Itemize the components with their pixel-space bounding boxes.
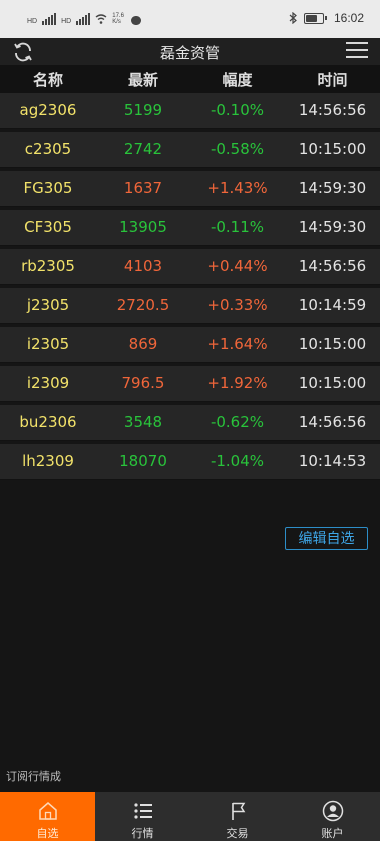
- change-percent: +1.92%: [207, 374, 268, 392]
- status-right: 16:02: [289, 11, 364, 25]
- quote-time: 10:14:53: [298, 452, 367, 470]
- latest-price: 18070: [119, 452, 167, 470]
- battery-icon: [303, 12, 327, 24]
- menu-icon[interactable]: [346, 42, 368, 61]
- net-speed: 17.6 K/s: [112, 13, 124, 25]
- column-header-row: 名称 最新 幅度 时间: [0, 65, 380, 93]
- contract-code: rb2305: [21, 257, 75, 275]
- nav-label: 交易: [226, 827, 249, 840]
- latest-price: 5199: [123, 101, 163, 119]
- change-percent: -0.10%: [210, 101, 265, 119]
- latest-price: 1637: [123, 179, 163, 197]
- nav-item-trade[interactable]: 交易: [190, 792, 285, 841]
- nav-label: 自选: [36, 827, 59, 840]
- latest-price: 2742: [123, 140, 163, 158]
- contract-code: CF305: [24, 218, 72, 236]
- column-header-name: 名称: [32, 71, 63, 89]
- watchlist-table: ag2306 5199 -0.10% 14:56:56 c2305 2742 -…: [0, 93, 380, 483]
- quote-time: 14:56:56: [298, 257, 367, 275]
- signal-icon: [42, 13, 57, 25]
- edit-watchlist-button[interactable]: 编辑自选: [285, 527, 368, 550]
- change-percent: -0.58%: [210, 140, 265, 158]
- latest-price: 796.5: [121, 374, 165, 392]
- clock: 16:02: [333, 11, 364, 25]
- latest-price: 13905: [119, 218, 167, 236]
- bottom-nav: 自选 行情 交易 账户: [0, 792, 380, 841]
- subscription-status: 订阅行情成: [6, 770, 61, 783]
- change-percent: +1.64%: [207, 335, 268, 353]
- contract-code: i2309: [26, 374, 70, 392]
- contract-code: j2305: [26, 296, 70, 314]
- quote-time: 14:59:30: [298, 218, 367, 236]
- table-row[interactable]: bu2306 3548 -0.62% 14:56:56: [0, 405, 380, 441]
- column-header-change: 幅度: [222, 71, 253, 89]
- contract-code: ag2306: [19, 101, 77, 119]
- contract-code: bu2306: [19, 413, 77, 431]
- table-row[interactable]: FG305 1637 +1.43% 14:59:30: [0, 171, 380, 207]
- account-icon: [322, 800, 343, 822]
- contract-code: i2305: [26, 335, 70, 353]
- latest-price: 2720.5: [116, 296, 170, 314]
- change-percent: +0.33%: [207, 296, 268, 314]
- sim1-tag: HD: [27, 18, 38, 25]
- change-percent: -0.62%: [210, 413, 265, 431]
- status-bar: HD HD 17.6 K/s 16:02: [0, 0, 380, 38]
- contract-code: lh2309: [22, 452, 74, 470]
- app-header: 磊金资管: [0, 38, 380, 65]
- table-row[interactable]: i2305 869 +1.64% 10:15:00: [0, 327, 380, 363]
- nav-item-market[interactable]: 行情: [95, 792, 190, 841]
- table-row[interactable]: ag2306 5199 -0.10% 14:56:56: [0, 93, 380, 129]
- quote-time: 10:15:00: [298, 374, 367, 392]
- quote-time: 10:15:00: [298, 140, 367, 158]
- table-row[interactable]: rb2305 4103 +0.44% 14:56:56: [0, 249, 380, 285]
- nav-label: 账户: [321, 827, 344, 840]
- wifi-icon: [95, 14, 107, 24]
- change-percent: -0.11%: [210, 218, 265, 236]
- contract-code: FG305: [23, 179, 73, 197]
- nav-item-watchlist[interactable]: 自选: [0, 792, 95, 841]
- quote-time: 10:14:59: [298, 296, 367, 314]
- column-header-price: 最新: [127, 71, 158, 89]
- message-icon: [131, 16, 142, 25]
- table-row[interactable]: lh2309 18070 -1.04% 10:14:53: [0, 444, 380, 480]
- quote-time: 14:56:56: [298, 413, 367, 431]
- table-row[interactable]: CF305 13905 -0.11% 14:59:30: [0, 210, 380, 246]
- home-icon: [38, 802, 57, 820]
- quote-time: 14:56:56: [298, 101, 367, 119]
- quote-time: 14:59:30: [298, 179, 367, 197]
- contract-code: c2305: [24, 140, 72, 158]
- page-title: 磊金资管: [159, 44, 220, 62]
- change-percent: +0.44%: [207, 257, 268, 275]
- column-header-time: 时间: [317, 71, 348, 89]
- latest-price: 869: [128, 335, 158, 353]
- status-indicators: HD HD 17.6 K/s: [27, 13, 142, 25]
- latest-price: 3548: [123, 413, 163, 431]
- table-row[interactable]: i2309 796.5 +1.92% 10:15:00: [0, 366, 380, 402]
- bluetooth-icon: [289, 12, 297, 24]
- sim2-tag: HD: [61, 18, 72, 25]
- latest-price: 4103: [123, 257, 163, 275]
- app-screen: HD HD 17.6 K/s 16:02 磊金资管 名称 最新 幅度 时间 ag…: [0, 0, 380, 841]
- change-percent: -1.04%: [210, 452, 265, 470]
- quote-time: 10:15:00: [298, 335, 367, 353]
- table-row[interactable]: c2305 2742 -0.58% 10:15:00: [0, 132, 380, 168]
- change-percent: +1.43%: [207, 179, 268, 197]
- flag-icon: [231, 802, 245, 820]
- signal-icon: [76, 13, 91, 25]
- nav-label: 行情: [131, 827, 154, 840]
- nav-item-account[interactable]: 账户: [285, 792, 380, 841]
- list-icon: [133, 803, 152, 819]
- table-row[interactable]: j2305 2720.5 +0.33% 10:14:59: [0, 288, 380, 324]
